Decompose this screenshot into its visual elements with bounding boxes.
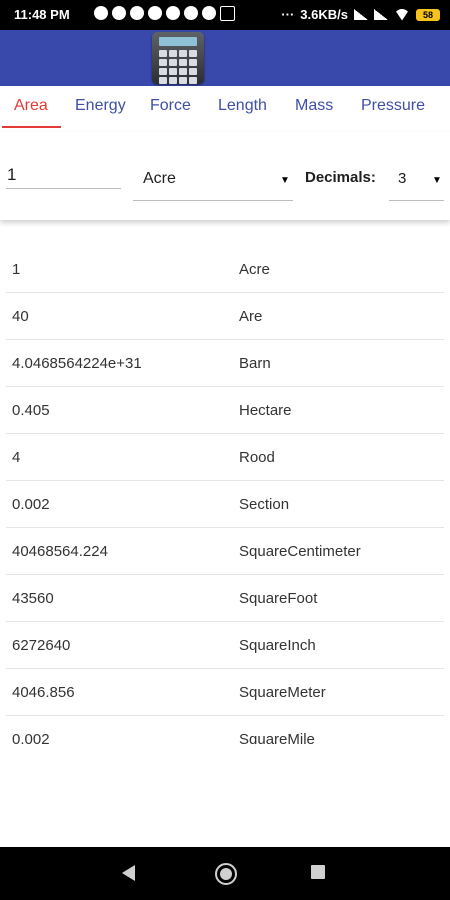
result-value: 4.0468564224e+31 — [12, 355, 142, 372]
tab-energy[interactable]: Energy — [75, 97, 126, 115]
back-icon[interactable] — [122, 865, 135, 881]
result-row: 6272640 SquareInch — [6, 622, 444, 669]
tab-force[interactable]: Force — [150, 97, 191, 115]
home-icon[interactable] — [215, 863, 237, 885]
notification-icon — [184, 6, 198, 20]
notification-icon — [94, 6, 108, 20]
status-bar: 11:48 PM ··· 3.6KB/s 58 — [0, 0, 450, 30]
active-tab-indicator — [2, 126, 61, 128]
unit-select-value: Acre — [143, 170, 176, 187]
result-value: 6272640 — [12, 637, 71, 654]
result-row: 4.0468564224e+31 Barn — [6, 340, 444, 387]
app-bar — [0, 30, 450, 86]
result-unit: SquareInch — [239, 637, 316, 654]
result-unit: Rood — [239, 449, 275, 466]
recent-apps-icon[interactable] — [311, 865, 325, 879]
notification-icon — [112, 6, 126, 20]
dropdown-arrow-icon: ▼ — [280, 175, 290, 186]
result-row: 4046.856 SquareMeter — [6, 669, 444, 716]
result-row: 40 Are — [6, 293, 444, 340]
result-value: 43560 — [12, 590, 54, 607]
result-unit: SquareFoot — [239, 590, 318, 607]
result-value: 4 — [12, 449, 21, 466]
result-row: 43560 SquareFoot — [6, 575, 444, 622]
notification-icon — [148, 6, 162, 20]
result-row: 4 Rood — [6, 434, 444, 481]
wifi-icon — [394, 8, 410, 21]
calculator-icon — [152, 32, 204, 84]
dropdown-arrow-icon: ▼ — [432, 175, 442, 186]
results-list: 1 Acre 40 Are 4.0468564224e+31 Barn 0.405 He… — [6, 246, 444, 763]
calendar-icon — [220, 6, 235, 21]
category-tabs: Area Energy Force Length Mass Pressure — [0, 86, 450, 130]
result-value: 0.405 — [12, 402, 50, 419]
battery-icon: 58 — [416, 8, 440, 21]
converter-card: Acre ▼ Decimals: 3 ▼ — [0, 132, 450, 220]
notification-icon — [166, 6, 180, 20]
decimals-select-value: 3 — [398, 170, 407, 187]
system-nav-bar — [0, 847, 450, 900]
result-unit: Are — [239, 308, 263, 325]
more-dots-icon: ··· — [281, 7, 295, 22]
result-unit: Barn — [239, 355, 271, 372]
result-unit: SquareCentimeter — [239, 543, 361, 560]
network-speed: 3.6KB/s — [300, 7, 348, 22]
notification-icon — [130, 6, 144, 20]
result-value: 40 — [12, 308, 29, 325]
bottom-overlay — [0, 744, 450, 847]
result-unit: SquareMeter — [239, 684, 326, 701]
decimals-label: Decimals: — [305, 169, 376, 186]
result-value: 40468564.224 — [12, 543, 108, 560]
status-time: 11:48 PM — [14, 7, 70, 22]
result-unit: Hectare — [239, 402, 292, 419]
result-value: 0.002 — [12, 496, 50, 513]
result-value: 1 — [12, 261, 21, 278]
notification-icons — [94, 6, 235, 21]
result-row: 40468564.224 SquareCentimeter — [6, 528, 444, 575]
tab-length[interactable]: Length — [218, 97, 267, 115]
tab-area[interactable]: Area — [14, 97, 48, 115]
signal-icon-2 — [374, 9, 388, 20]
signal-icon — [354, 9, 368, 20]
decimals-select[interactable]: 3 ▼ — [389, 166, 444, 201]
unit-select[interactable]: Acre ▼ — [133, 166, 293, 201]
notification-icon — [202, 6, 216, 20]
result-unit: Acre — [239, 261, 270, 278]
result-value: 4046.856 — [12, 684, 75, 701]
result-unit: Section — [239, 496, 290, 513]
tab-mass[interactable]: Mass — [295, 97, 333, 115]
result-row: 1 Acre — [6, 246, 444, 293]
result-row: 0.405 Hectare — [6, 387, 444, 434]
value-input[interactable] — [6, 162, 121, 189]
result-row: 0.002 Section — [6, 481, 444, 528]
tab-pressure[interactable]: Pressure — [361, 97, 425, 115]
